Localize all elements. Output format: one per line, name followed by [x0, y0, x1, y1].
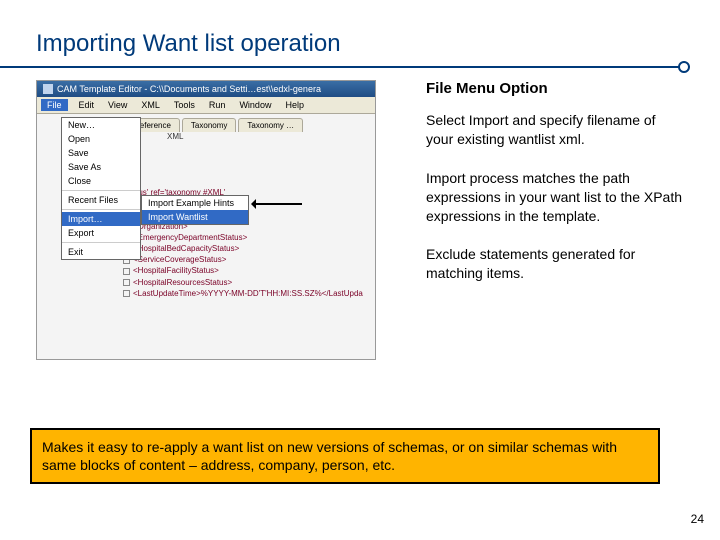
tree-node: <EmergencyDepartmentStatus>: [133, 233, 247, 242]
tab-taxonomy[interactable]: Taxonomy: [182, 118, 236, 132]
window-title-text: CAM Template Editor - C:\\Documents and …: [57, 84, 321, 94]
menu-xml[interactable]: XML: [138, 99, 163, 111]
paragraph-2: Import process matches the path expressi…: [426, 169, 684, 226]
menu-item-saveas[interactable]: Save As: [62, 160, 140, 174]
checkbox-icon[interactable]: [123, 279, 130, 286]
import-submenu: Import Example Hints Import Wantlist: [141, 195, 249, 225]
menu-item-exit[interactable]: Exit: [62, 245, 140, 259]
menu-view[interactable]: View: [105, 99, 130, 111]
menu-run[interactable]: Run: [206, 99, 229, 111]
tab-taxonomy2[interactable]: Taxonomy …: [238, 118, 303, 132]
menu-item-close[interactable]: Close: [62, 174, 140, 188]
window-titlebar: CAM Template Editor - C:\\Documents and …: [37, 81, 375, 97]
checkbox-icon[interactable]: [123, 268, 130, 275]
menu-separator: [62, 190, 140, 191]
menubar: File Edit View XML Tools Run Window Help: [37, 97, 375, 114]
paragraph-3: Exclude statements generated for matchin…: [426, 245, 684, 283]
page-number: 24: [691, 512, 704, 526]
slide-title: Importing Want list operation: [0, 0, 720, 66]
tree-node: <HospitalResourcesStatus>: [133, 278, 232, 287]
file-dropdown: New… Open Save Save As Close Recent File…: [61, 117, 141, 260]
callout-box: Makes it easy to re-apply a want list on…: [30, 428, 660, 484]
menu-item-recent[interactable]: Recent Files: [62, 193, 140, 207]
text-column: File Menu Option Select Import and speci…: [376, 80, 684, 360]
menu-separator: [62, 209, 140, 210]
menu-item-save[interactable]: Save: [62, 146, 140, 160]
menu-item-import[interactable]: Import…: [62, 212, 140, 226]
submenu-import-wantlist[interactable]: Import Wantlist: [142, 210, 248, 224]
menu-tools[interactable]: Tools: [171, 99, 198, 111]
tree-node: <HospitalBedCapacityStatus>: [133, 244, 239, 253]
menu-separator: [62, 242, 140, 243]
app-icon: [43, 84, 53, 94]
paragraph-1: Select Import and specify filename of yo…: [426, 111, 684, 149]
tree-node: <ServiceCoverageStatus>: [133, 255, 226, 264]
submenu-import-hints[interactable]: Import Example Hints: [142, 196, 248, 210]
menu-item-export[interactable]: Export: [62, 226, 140, 240]
pointer-arrow-icon: [252, 203, 302, 205]
menu-file[interactable]: File: [41, 99, 68, 111]
section-heading: File Menu Option: [426, 80, 684, 97]
tree-node: <HospitalFacilityStatus>: [133, 266, 219, 275]
tree-node: <LastUpdateTime>%YYYY-MM-DD'T'HH:MI:SS.S…: [133, 289, 363, 298]
app-screenshot: CAM Template Editor - C:\\Documents and …: [36, 80, 376, 360]
menu-item-open[interactable]: Open: [62, 132, 140, 146]
menu-help[interactable]: Help: [282, 99, 307, 111]
menu-edit[interactable]: Edit: [76, 99, 98, 111]
menu-window[interactable]: Window: [236, 99, 274, 111]
checkbox-icon[interactable]: [123, 290, 130, 297]
menu-item-new[interactable]: New…: [62, 118, 140, 132]
